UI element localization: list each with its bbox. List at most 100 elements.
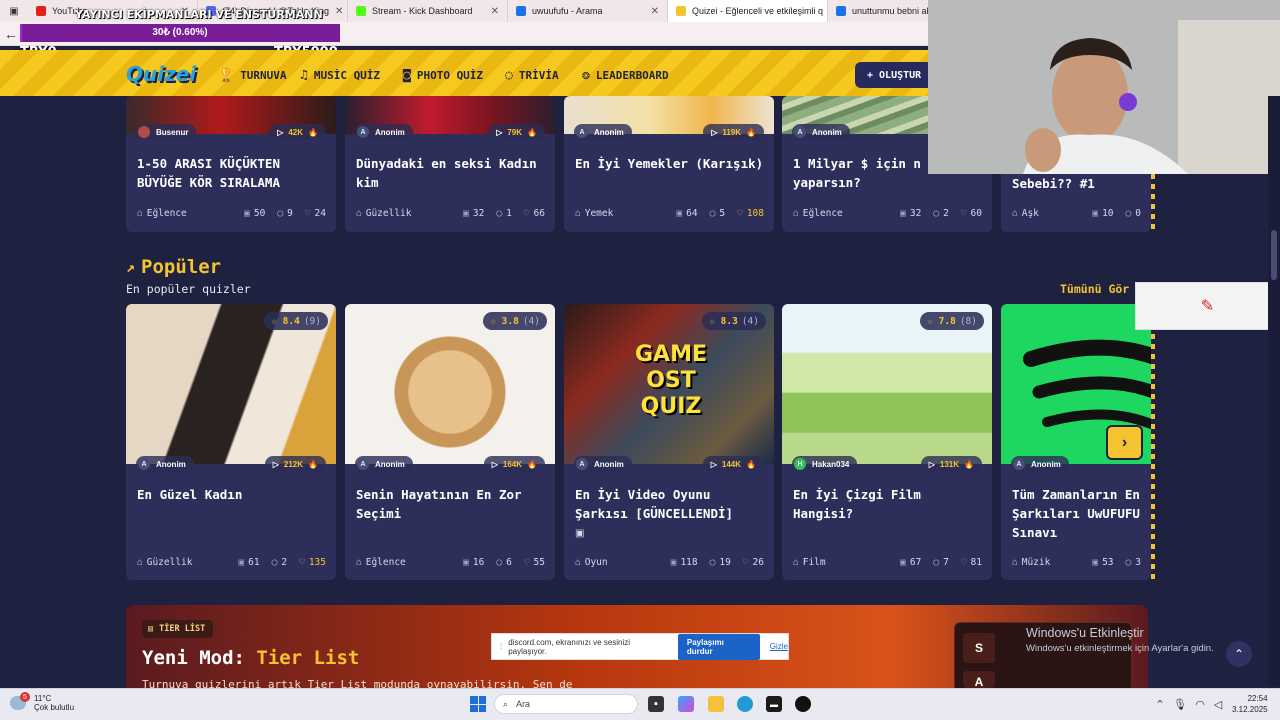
quiz-card[interactable]: GAME OST QUIZ ☆ 8.3 (4) A Anonim ▷ 144K 🔥 En… — [564, 304, 774, 580]
weather-widget[interactable]: 5 11°C Çok bulutlu — [10, 692, 74, 712]
plays-count: 164K — [502, 459, 523, 469]
taskbar-clock[interactable]: 22:54 3.12.2025 — [1232, 693, 1268, 715]
likes-count: 55 — [533, 557, 545, 568]
close-icon[interactable]: ✕ — [485, 6, 499, 17]
author-chip[interactable]: A Anonim — [355, 124, 413, 140]
author-chip[interactable]: A Anonim — [1011, 456, 1069, 472]
author-chip[interactable]: A Anonim — [792, 124, 850, 140]
app-icon[interactable] — [795, 696, 811, 712]
quiz-card[interactable]: ☆ 3.8 (4) A Anonim ▷ 164K 🔥 Senin Hayatının … — [345, 304, 555, 580]
card-title[interactable]: Dünyadaki en seksi Kadın kim — [356, 154, 547, 192]
nav-trivia[interactable]: ◌ TRİVİA — [505, 68, 559, 83]
category[interactable]: Eğlence — [147, 208, 187, 219]
tab-quizei[interactable]: Quizei - Eğlenceli ve etkileşimli q✕ — [668, 0, 828, 22]
heart-icon[interactable]: ♡ — [743, 557, 749, 568]
chevron-up-icon[interactable]: ⌃ — [1152, 696, 1168, 712]
task-view-icon[interactable]: ▪ — [648, 696, 664, 712]
heart-icon[interactable]: ♡ — [299, 557, 305, 568]
questions-icon: ▣ — [900, 208, 906, 219]
tag-icon: ⌂ — [1012, 557, 1018, 568]
category[interactable]: Eğlence — [803, 208, 843, 219]
card-title[interactable]: Sebebi?? #1 — [1012, 174, 1143, 193]
scrollbar-thumb[interactable] — [1271, 230, 1277, 280]
category[interactable]: Eğlence — [366, 557, 406, 568]
floating-widget[interactable]: ✎ — [1135, 282, 1280, 330]
quiz-card[interactable]: ☆ 8.4 (9) A Anonim ▷ 212K 🔥 En Güzel Kadın ⌂… — [126, 304, 336, 580]
category[interactable]: Müzik — [1022, 557, 1051, 568]
play-icon: ▷ — [928, 459, 935, 469]
card-meta: ⌂ Oyun ▣ 118 ◯ 19 ♡ 26 — [575, 557, 764, 568]
author-chip[interactable]: A Anonim — [574, 124, 632, 140]
hide-button[interactable]: Gizle — [770, 642, 788, 651]
copilot-icon[interactable] — [678, 696, 694, 712]
title-prefix: Yeni Mod: — [142, 647, 257, 669]
category[interactable]: Güzellik — [147, 557, 193, 568]
nav-label: TURNUVA — [240, 69, 287, 82]
card-title[interactable]: Tüm Zamanların En Şarkıları UwUFUFU Sına… — [1012, 485, 1143, 542]
card-title[interactable]: 1-50 ARASI KÜÇÜKTEN BÜYÜĞE KÖR SIRALAMA — [137, 154, 328, 192]
plays-chip: ▷ 212K 🔥 — [264, 456, 326, 472]
wifi-icon[interactable]: ◠ — [1192, 696, 1208, 712]
cloud-icon: 5 — [10, 692, 30, 710]
tab-actions-icon[interactable]: ▣ — [0, 0, 28, 22]
close-icon[interactable]: ✕ — [645, 6, 659, 17]
close-icon[interactable]: ✕ — [329, 6, 343, 17]
file-explorer-icon[interactable] — [708, 696, 724, 712]
see-all-link[interactable]: Tümünü Gör — [1060, 282, 1129, 296]
create-button[interactable]: + OLUŞTUR — [855, 62, 935, 88]
nav-label: TRİVİA — [518, 69, 559, 82]
author-chip[interactable]: Busenur — [136, 124, 197, 140]
nav-music-quiz[interactable]: ♫ MUSİC QUİZ — [300, 68, 380, 83]
category[interactable]: Yemek — [585, 208, 614, 219]
drag-handle-icon[interactable]: ⁞ — [500, 642, 502, 651]
heart-icon[interactable]: ♡ — [961, 208, 967, 219]
edge-icon[interactable] — [737, 696, 753, 712]
rating-badge: ☆ 8.4 (9) — [264, 312, 328, 330]
nav-leaderboard[interactable]: ❂ LEADERBOARD — [582, 68, 669, 83]
heart-icon[interactable]: ♡ — [524, 557, 530, 568]
card-title[interactable]: En Güzel Kadın — [137, 485, 328, 504]
quiz-card[interactable]: Busenur ▷ 42K 🔥 1-50 ARASI KÜÇÜKTEN BÜYÜĞE… — [126, 96, 336, 232]
carousel-next-button[interactable]: › — [1106, 425, 1143, 460]
volume-icon[interactable]: ◁ — [1210, 696, 1226, 712]
heart-icon[interactable]: ♡ — [524, 208, 530, 219]
quiz-card[interactable]: A Anonim ▷ 79K 🔥 Dünyadaki en seksi Kadın k… — [345, 96, 555, 232]
comment-icon: ◯ — [496, 208, 503, 219]
category[interactable]: Film — [803, 557, 826, 568]
star-icon: ☆ — [271, 315, 283, 327]
nav-photo-quiz[interactable]: ◙ PHOTO QUİZ — [403, 68, 483, 83]
site-logo[interactable]: Quizei — [126, 62, 196, 86]
taskbar-search[interactable]: ⌕ Ara — [494, 694, 638, 714]
card-title[interactable]: Senin Hayatının En Zor Seçimi — [356, 485, 547, 523]
nav-turnuva[interactable]: 🏆 TURNUVA — [218, 68, 287, 83]
heart-icon[interactable]: ♡ — [305, 208, 311, 219]
heart-icon[interactable]: ♡ — [737, 208, 743, 219]
comments-count: 3 — [1135, 557, 1141, 568]
author-chip[interactable]: A Anonim — [574, 456, 632, 472]
quiz-card[interactable]: A Anonim ▷ 119K 🔥 En İyi Yemekler (Karışık)… — [564, 96, 774, 232]
windows-start-icon[interactable] — [470, 696, 486, 712]
stop-sharing-button[interactable]: Paylaşımı durdur — [677, 633, 760, 660]
terminal-icon[interactable]: ▬ — [766, 696, 782, 712]
category[interactable]: Güzellik — [366, 208, 412, 219]
quiz-card[interactable]: ☆ 7.8 (8) H Hakan034 ▷ 131K 🔥 En İyi Çizgi F… — [782, 304, 992, 580]
tab-kick[interactable]: Stream - Kick Dashboard ✕ — [348, 0, 508, 22]
heart-icon[interactable]: ♡ — [961, 557, 967, 568]
category[interactable]: Oyun — [585, 557, 608, 568]
plays-chip: ▷ 119K 🔥 — [703, 124, 764, 140]
microphone-icon[interactable]: 🎙 — [1172, 696, 1188, 712]
category[interactable]: Aşk — [1022, 208, 1039, 219]
author-chip[interactable]: H Hakan034 — [792, 456, 858, 472]
page-scrollbar[interactable] — [1268, 96, 1280, 686]
play-icon: ▷ — [496, 127, 503, 137]
author-chip[interactable]: A Anonim — [355, 456, 413, 472]
card-title[interactable]: En İyi Video Oyunu Şarkısı [GÜNCELLENDİ] — [575, 485, 766, 523]
card-title[interactable]: En İyi Çizgi Film Hangisi? — [793, 485, 984, 523]
card-title[interactable]: En İyi Yemekler (Karışık) — [575, 154, 766, 173]
author-chip[interactable]: A Anonim — [136, 456, 194, 472]
tab-search[interactable]: uwuufufu - Arama ✕ — [508, 0, 668, 22]
comments-count: 19 — [719, 557, 731, 568]
scroll-to-top-button[interactable]: ⌃ — [1226, 641, 1252, 667]
back-arrow-icon[interactable]: ← — [4, 26, 18, 42]
tab-search-2[interactable]: unuttunmu bebni akon — [828, 0, 938, 22]
